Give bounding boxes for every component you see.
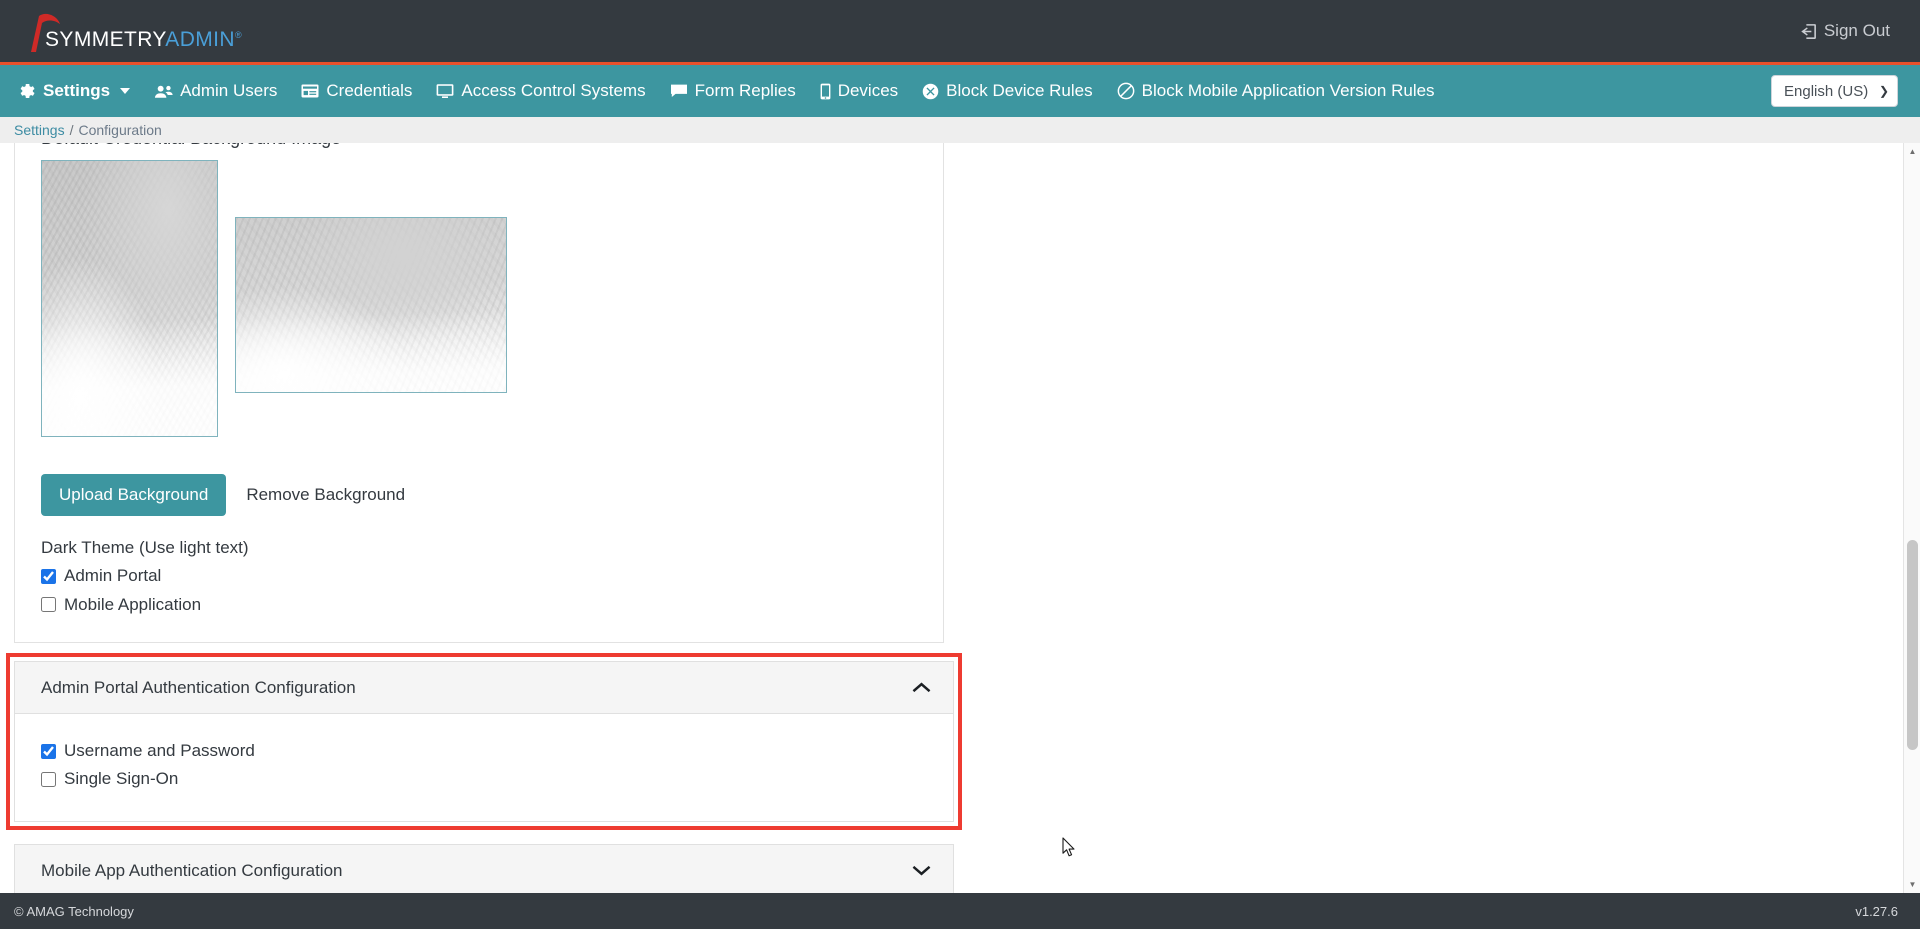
- mobile-app-authentication-panel-title: Mobile App Authentication Configuration: [41, 860, 343, 880]
- language-selector-wrapper: English (US) ❯: [1771, 75, 1898, 107]
- remove-background-button[interactable]: Remove Background: [240, 479, 411, 511]
- breadcrumb-settings-link[interactable]: Settings: [14, 122, 65, 138]
- admin-portal-authentication-panel: Admin Portal Authentication Configuratio…: [6, 653, 962, 830]
- nav-item-devices[interactable]: Devices: [808, 65, 910, 117]
- main-navigation-bar: Settings Admin Users Credentials Access …: [0, 65, 1920, 117]
- admin-portal-authentication-panel-header[interactable]: Admin Portal Authentication Configuratio…: [15, 662, 953, 715]
- nav-item-access-control-systems[interactable]: Access Control Systems: [424, 65, 657, 117]
- dark-theme-field-group: Dark Theme (Use light text) Admin Portal…: [41, 538, 923, 618]
- nav-item-form-replies[interactable]: Form Replies: [658, 65, 808, 117]
- default-credential-background-card: Default Credential Background Image Uplo…: [14, 143, 944, 644]
- breadcrumb: Settings / Configuration: [0, 117, 1920, 143]
- auth-single-sign-on-label[interactable]: Single Sign-On: [64, 766, 178, 792]
- gear-icon: [18, 82, 36, 100]
- nav-label-credentials: Credentials: [326, 81, 413, 100]
- chevron-down-icon[interactable]: [912, 864, 931, 877]
- nav-item-block-mobile-application-version-rules[interactable]: Block Mobile Application Version Rules: [1105, 65, 1447, 117]
- scroll-down-arrow-icon[interactable]: ▼: [1904, 876, 1920, 893]
- nav-label-settings: Settings: [43, 81, 111, 100]
- page-root: SYMMETRYADMIN® Sign Out Settings Admin U…: [0, 0, 1920, 929]
- circle-x-icon: [922, 83, 939, 100]
- configuration-column: Default Credential Background Image Uplo…: [14, 143, 954, 644]
- nav-item-admin-users[interactable]: Admin Users: [142, 65, 289, 117]
- brand-trademark: ®: [234, 30, 242, 40]
- circle-slash-icon: [1117, 82, 1135, 100]
- dark-theme-mobile-application-checkbox[interactable]: [41, 597, 56, 613]
- credential-card-icon: [301, 83, 319, 99]
- nav-label-block-device-rules: Block Device Rules: [946, 81, 1093, 100]
- nav-item-credentials[interactable]: Credentials: [289, 65, 424, 117]
- footer-bar: © AMAG Technology v1.27.6: [0, 893, 1920, 929]
- app-logo[interactable]: SYMMETRYADMIN®: [22, 8, 266, 54]
- comment-icon: [670, 83, 688, 99]
- breadcrumb-separator: /: [69, 122, 74, 138]
- language-select[interactable]: English (US): [1771, 75, 1898, 107]
- nav-label-devices: Devices: [837, 81, 899, 100]
- auth-username-password-label[interactable]: Username and Password: [64, 738, 255, 764]
- footer-version: v1.27.6: [1855, 903, 1898, 919]
- sign-out-button[interactable]: Sign Out: [1800, 21, 1890, 41]
- background-image-previews: [41, 160, 923, 460]
- scrollbar-track[interactable]: [1904, 160, 1920, 876]
- chevron-up-icon[interactable]: [912, 681, 931, 694]
- auth-single-sign-on-row: Single Sign-On: [41, 766, 927, 792]
- nav-label-admin-users: Admin Users: [180, 81, 278, 100]
- chevron-down-icon: [120, 88, 131, 94]
- background-preview-landscape[interactable]: [235, 217, 507, 394]
- top-header-bar: SYMMETRYADMIN® Sign Out: [0, 0, 1920, 65]
- breadcrumb-configuration-link[interactable]: Configuration: [78, 122, 161, 138]
- brand-wordmark: SYMMETRYADMIN®: [45, 29, 242, 50]
- monitor-icon: [436, 83, 454, 99]
- mobile-device-icon: [820, 83, 831, 100]
- scrollbar-thumb[interactable]: [1907, 540, 1918, 750]
- vertical-scrollbar[interactable]: ▲ ▼: [1903, 143, 1920, 893]
- dark-theme-label: Dark Theme (Use light text): [41, 538, 249, 558]
- auth-single-sign-on-checkbox[interactable]: [41, 772, 56, 788]
- mobile-app-authentication-panel: Mobile App Authentication Configuration: [14, 843, 954, 893]
- brand-primary-text: SYMMETRY: [45, 28, 166, 51]
- nav-label-access-control-systems: Access Control Systems: [461, 81, 646, 100]
- nav-label-block-mobile-application-version-rules: Block Mobile Application Version Rules: [1141, 81, 1435, 100]
- admin-portal-authentication-panel-title: Admin Portal Authentication Configuratio…: [41, 677, 356, 697]
- dark-theme-mobile-application-label[interactable]: Mobile Application: [64, 592, 201, 618]
- auth-username-password-checkbox[interactable]: [41, 743, 56, 759]
- mobile-app-authentication-panel-header[interactable]: Mobile App Authentication Configuration: [15, 844, 953, 893]
- dark-theme-admin-portal-row: Admin Portal: [41, 563, 923, 589]
- background-action-buttons: Upload Background Remove Background: [41, 474, 923, 517]
- dark-theme-admin-portal-label[interactable]: Admin Portal: [64, 563, 161, 589]
- dark-theme-mobile-application-row: Mobile Application: [41, 592, 923, 618]
- nav-item-block-device-rules[interactable]: Block Device Rules: [910, 65, 1104, 117]
- brand-secondary-text: ADMIN: [165, 28, 235, 51]
- sign-out-icon: [1800, 23, 1817, 40]
- nav-label-form-replies: Form Replies: [694, 81, 796, 100]
- sign-out-label: Sign Out: [1823, 21, 1890, 40]
- scroll-container: Default Credential Background Image Uplo…: [0, 143, 1920, 893]
- background-section-title: Default Credential Background Image: [41, 143, 923, 150]
- nav-items-container: Settings Admin Users Credentials Access …: [18, 65, 1771, 117]
- nav-item-settings[interactable]: Settings: [18, 65, 142, 117]
- card-body: Default Credential Background Image Uplo…: [15, 143, 943, 642]
- users-icon: [154, 83, 173, 100]
- authentication-accordion: Admin Portal Authentication Configuratio…: [6, 653, 962, 893]
- scroll-up-arrow-icon[interactable]: ▲: [1904, 143, 1920, 160]
- background-preview-portrait[interactable]: [41, 160, 218, 438]
- main-content-area: Default Credential Background Image Uplo…: [0, 143, 1920, 893]
- auth-username-password-row: Username and Password: [41, 738, 927, 764]
- upload-background-button[interactable]: Upload Background: [41, 474, 227, 517]
- footer-copyright: © AMAG Technology: [14, 903, 134, 919]
- admin-portal-authentication-panel-body: Username and Password Single Sign-On: [15, 714, 953, 821]
- dark-theme-admin-portal-checkbox[interactable]: [41, 569, 56, 585]
